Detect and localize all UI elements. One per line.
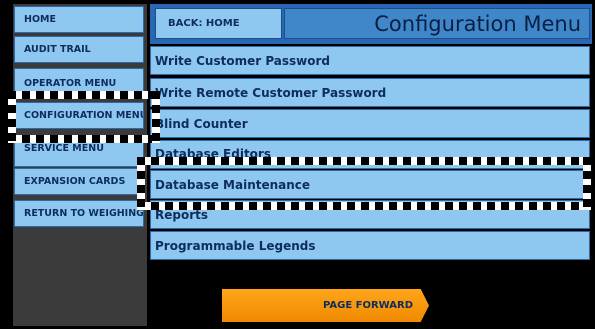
menu-item-label: Database Maintenance [155,177,311,192]
back-button[interactable]: BACK: HOME [155,8,282,39]
sidebar-item-label: RETURN TO WEIGHING [24,208,144,219]
sidebar-item-label: HOME [24,14,56,25]
sidebar-item-label: AUDIT TRAIL [24,44,91,55]
menu-item-programmable-legends[interactable]: Programmable Legends [150,231,590,260]
sidebar-item-home[interactable]: HOME [14,6,144,33]
page-forward-button[interactable]: PAGE FORWARD [222,289,429,322]
menu-item-write-remote-customer-password[interactable]: Write Remote Customer Password [150,78,590,107]
sidebar: HOME AUDIT TRAIL OPERATOR MENU CONFIGURA… [13,4,147,326]
menu-item-label: Write Remote Customer Password [155,85,387,100]
sidebar-item-label: EXPANSION CARDS [24,176,126,187]
main-panel: BACK: HOME Configuration Menu Write Cust… [150,4,592,326]
sidebar-item-expansion-cards[interactable]: EXPANSION CARDS [14,168,144,195]
sidebar-item-return-to-weighing[interactable]: RETURN TO WEIGHING [14,200,144,227]
menu-item-label: Programmable Legends [155,238,316,253]
screen: HOME AUDIT TRAIL OPERATOR MENU CONFIGURA… [0,0,595,329]
sidebar-item-label: OPERATOR MENU [24,78,117,89]
menu-item-blind-counter[interactable]: Blind Counter [150,109,590,138]
sidebar-item-configuration-menu[interactable]: CONFIGURATION MENU [14,102,144,129]
header-bar: BACK: HOME Configuration Menu [150,4,592,44]
sidebar-item-audit-trail[interactable]: AUDIT TRAIL [14,36,144,63]
menu-item-write-customer-password[interactable]: Write Customer Password [150,46,590,75]
menu-item-database-maintenance[interactable]: Database Maintenance [150,170,590,199]
page-title: Configuration Menu [284,8,590,39]
sidebar-item-label: CONFIGURATION MENU [24,110,144,121]
sidebar-item-service-menu[interactable]: SERVICE MENU [14,140,144,167]
menu-item-label: Reports [155,208,209,222]
menu-item-label: Write Customer Password [155,53,331,68]
menu-item-label: Blind Counter [155,116,248,131]
sidebar-item-label: SERVICE MENU [24,143,104,154]
